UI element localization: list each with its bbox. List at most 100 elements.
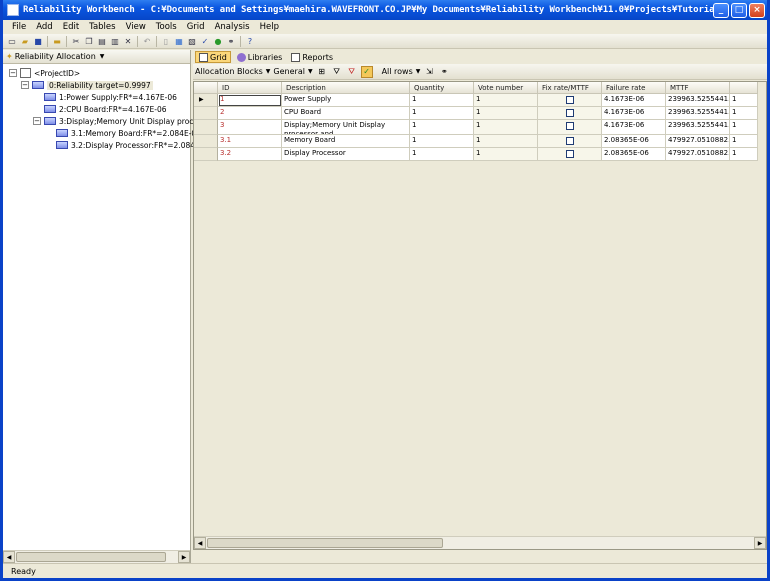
tab-reports[interactable]: Reports — [288, 51, 336, 63]
table-row[interactable]: 2 CPU Board 1 1 4.1673E-06 239963.525544… — [194, 107, 758, 120]
check-filter-icon[interactable]: ✓ — [360, 65, 373, 78]
table-row[interactable]: ▶ 1 Power Supply 1 1 4.1673E-06 239963.5… — [194, 94, 758, 107]
column-header-vote-number[interactable]: Vote number — [474, 82, 538, 94]
page-icon[interactable]: ▯ — [160, 35, 172, 47]
binoculars-icon[interactable]: ⚭ — [225, 35, 237, 47]
clear-filter-icon[interactable]: ⛛ — [346, 66, 358, 78]
undo-icon[interactable]: ↶ — [141, 35, 153, 47]
find-icon[interactable]: ⚭ — [438, 66, 450, 78]
scroll-thumb[interactable] — [16, 552, 166, 562]
cell-quantity[interactable]: 1 — [410, 94, 474, 107]
cell-extra[interactable]: 1 — [730, 148, 758, 161]
fix-rate-checkbox[interactable] — [565, 122, 574, 130]
cell-quantity[interactable]: 1 — [410, 135, 474, 148]
tab-grid[interactable]: Grid — [195, 51, 231, 63]
menu-help[interactable]: Help — [255, 22, 284, 32]
cell-vote-number[interactable]: 1 — [474, 148, 538, 161]
cell-fix-rate[interactable] — [538, 148, 602, 161]
cell-fix-rate[interactable] — [538, 107, 602, 120]
close-button[interactable]: × — [749, 2, 765, 18]
collapse-icon[interactable]: − — [21, 81, 29, 89]
cell-id[interactable]: 3 — [218, 120, 282, 135]
tree-node-reliability-target[interactable]: − 0:Reliability target=0.9997 — [21, 79, 153, 91]
scroll-right-icon[interactable]: ▶ — [754, 537, 766, 549]
help-icon[interactable]: ? — [244, 35, 256, 47]
allocation-dropdown[interactable]: ✦ Reliability Allocation ▼ — [3, 50, 190, 64]
table-row[interactable]: 3.2 Display Processor 1 1 2.08365E-06 47… — [194, 148, 758, 161]
cell-mttf[interactable]: 239963.5255441... — [666, 107, 730, 120]
table-select-dropdown[interactable]: Allocation Blocks ▼ — [195, 67, 270, 76]
fix-rate-checkbox[interactable] — [565, 96, 574, 104]
tree-horizontal-scrollbar[interactable]: ◀ ▶ — [3, 550, 190, 563]
column-header-quantity[interactable]: Quantity — [410, 82, 474, 94]
menu-edit[interactable]: Edit — [58, 22, 84, 32]
tree-node-display-processor[interactable]: 3.2:Display Processor:FR*=2.084E-06 — [56, 139, 212, 151]
menu-tables[interactable]: Tables — [84, 22, 120, 32]
cell-failure-rate[interactable]: 2.08365E-06 — [602, 148, 666, 161]
cell-id[interactable]: 3.2 — [218, 148, 282, 161]
goto-row-icon[interactable]: ⇲ — [423, 66, 435, 78]
cell-quantity[interactable]: 1 — [410, 107, 474, 120]
view-select-dropdown[interactable]: General ▼ — [273, 67, 312, 76]
fix-rate-checkbox[interactable] — [565, 150, 574, 158]
cell-description[interactable]: Display Processor — [282, 148, 410, 161]
fix-rate-checkbox[interactable] — [565, 137, 574, 145]
cell-id[interactable]: 3.1 — [218, 135, 282, 148]
cell-quantity[interactable]: 1 — [410, 148, 474, 161]
scroll-left-icon[interactable]: ◀ — [3, 551, 15, 563]
run-icon[interactable]: ● — [212, 35, 224, 47]
menu-view[interactable]: View — [121, 22, 151, 32]
minimize-button[interactable]: _ — [713, 2, 729, 18]
menu-file[interactable]: File — [7, 22, 31, 32]
cell-mttf[interactable]: 239963.5255441... — [666, 94, 730, 107]
cell-failure-rate[interactable]: 4.1673E-06 — [602, 120, 666, 135]
open-icon[interactable]: ▰ — [19, 35, 31, 47]
cell-id[interactable]: 2 — [218, 107, 282, 120]
cell-extra[interactable]: 1 — [730, 107, 758, 120]
rows-select-dropdown[interactable]: All rows ▼ — [382, 67, 421, 76]
row-selector[interactable] — [194, 135, 218, 148]
cell-description[interactable]: Display;Memory Unit Display processor an… — [282, 120, 410, 135]
menu-analysis[interactable]: Analysis — [210, 22, 255, 32]
cell-vote-number[interactable]: 1 — [474, 107, 538, 120]
collapse-icon[interactable]: − — [33, 117, 41, 125]
export-icon[interactable]: ▧ — [186, 35, 198, 47]
tab-libraries[interactable]: Libraries — [234, 51, 286, 63]
scroll-right-icon[interactable]: ▶ — [178, 551, 190, 563]
cell-mttf[interactable]: 479927.0510882... — [666, 135, 730, 148]
row-selector[interactable] — [194, 107, 218, 120]
cell-failure-rate[interactable]: 4.1673E-06 — [602, 94, 666, 107]
paste-icon[interactable]: ▤ — [96, 35, 108, 47]
column-header-id[interactable]: ID — [218, 82, 282, 94]
cell-quantity[interactable]: 1 — [410, 120, 474, 135]
import-icon[interactable]: ▦ — [173, 35, 185, 47]
fix-rate-checkbox[interactable] — [565, 109, 574, 117]
new-icon[interactable]: ▭ — [6, 35, 18, 47]
cell-fix-rate[interactable] — [538, 94, 602, 107]
scroll-thumb[interactable] — [207, 538, 443, 548]
cell-description[interactable]: Memory Board — [282, 135, 410, 148]
cell-fix-rate[interactable] — [538, 120, 602, 135]
column-header-mttf[interactable]: MTTF — [666, 82, 730, 94]
cell-mttf[interactable]: 479927.0510882... — [666, 148, 730, 161]
delete-icon[interactable]: ✕ — [122, 35, 134, 47]
column-header-failure-rate[interactable]: Failure rate — [602, 82, 666, 94]
maximize-button[interactable]: □ — [731, 2, 747, 18]
scroll-left-icon[interactable]: ◀ — [194, 537, 206, 549]
tree-node-cpu-board[interactable]: 2:CPU Board:FR*=4.167E-06 — [44, 103, 167, 115]
column-chooser-icon[interactable]: ⊞ — [316, 66, 328, 78]
save-icon[interactable]: ■ — [32, 35, 44, 47]
grid-horizontal-scrollbar[interactable]: ◀ ▶ — [194, 536, 766, 549]
cell-extra[interactable]: 1 — [730, 135, 758, 148]
cell-vote-number[interactable]: 1 — [474, 94, 538, 107]
cut-icon[interactable]: ✂ — [70, 35, 82, 47]
paste-special-icon[interactable]: ▥ — [109, 35, 121, 47]
tree-node-power-supply[interactable]: 1:Power Supply:FR*=4.167E-06 — [44, 91, 177, 103]
row-selector[interactable] — [194, 148, 218, 161]
folder-icon[interactable]: ▬ — [51, 35, 63, 47]
copy-icon[interactable]: ❐ — [83, 35, 95, 47]
table-row[interactable]: 3 Display;Memory Unit Display processor … — [194, 120, 758, 135]
column-header-description[interactable]: Description — [282, 82, 410, 94]
spellcheck-icon[interactable]: ✓ — [199, 35, 211, 47]
tree-node-project[interactable]: − <ProjectID> — [9, 67, 80, 79]
